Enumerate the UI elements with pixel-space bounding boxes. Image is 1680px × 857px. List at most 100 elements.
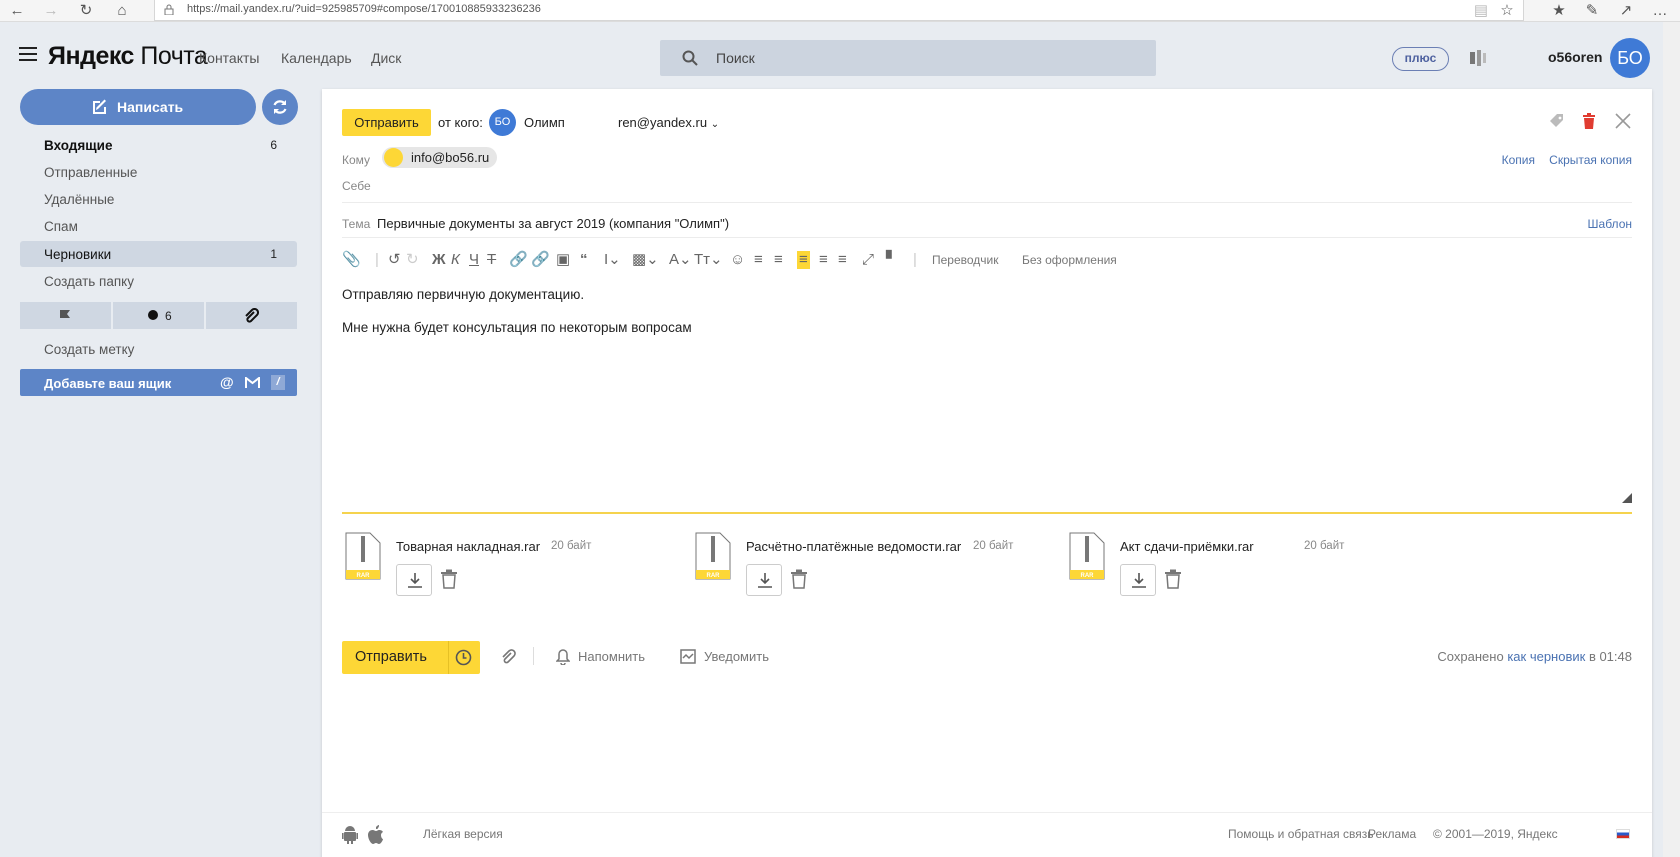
trash-icon[interactable]	[790, 569, 808, 589]
home-icon[interactable]: ⌂	[113, 2, 131, 20]
link-icon[interactable]: 🔗	[509, 251, 528, 269]
font-family-icon[interactable]: Tт⌄	[694, 251, 723, 269]
nav-contacts[interactable]: Контакты	[199, 50, 259, 66]
folder-spam[interactable]: Спам	[20, 213, 297, 239]
attachment-item[interactable]: RAR Расчётно-платёжные ведомости.rar 20 …	[692, 529, 1032, 596]
compose-panel: Отправить от кого: БО Олимп ren@yandex.r…	[322, 89, 1652, 857]
download-button[interactable]	[746, 564, 782, 596]
saved-draft-link[interactable]: как черновик	[1507, 649, 1585, 664]
share-icon[interactable]: ↗	[1617, 2, 1635, 20]
download-button[interactable]	[396, 564, 432, 596]
undo-icon[interactable]: ↺	[388, 251, 401, 269]
attachment-type-label: RAR	[357, 573, 371, 579]
tag-icon[interactable]	[1549, 113, 1565, 129]
attachments-filter[interactable]	[206, 302, 297, 329]
folder-deleted[interactable]: Удалённые	[20, 186, 297, 212]
favorite-star-icon[interactable]: ☆	[1498, 2, 1516, 20]
favorites-list-icon[interactable]: ★	[1550, 2, 1568, 20]
unlink-icon[interactable]: 🔗	[531, 251, 550, 269]
nav-disk[interactable]: Диск	[371, 50, 401, 66]
attachment-item[interactable]: RAR Товарная накладная.rar 20 байт	[342, 529, 672, 596]
align-left-icon[interactable]: ≡	[797, 251, 810, 269]
plain-text-button[interactable]: Без оформления	[1022, 253, 1117, 267]
clock-icon[interactable]	[455, 649, 472, 666]
folder-inbox[interactable]: Входящие 6	[20, 132, 297, 158]
image-icon[interactable]: ▣	[556, 251, 570, 269]
body-line-2[interactable]: Мне нужна будет консультация по некоторы…	[342, 320, 692, 335]
send-button-top[interactable]: Отправить	[342, 109, 431, 136]
delete-icon[interactable]	[1582, 113, 1596, 129]
send-button-bottom[interactable]: Отправить	[342, 641, 480, 674]
reload-icon[interactable]: ↻	[77, 2, 95, 20]
recipient-chip[interactable]: info@bo56.ru	[382, 147, 498, 168]
remind-button[interactable]: Напомнить	[578, 649, 645, 664]
bold-icon[interactable]: Ж	[432, 251, 446, 269]
redo-icon[interactable]: ↻	[406, 251, 419, 269]
plus-button[interactable]: плюс	[1392, 47, 1449, 71]
back-arrow-icon[interactable]: ←	[8, 2, 26, 20]
text-color-icon[interactable]: A⌄	[669, 251, 692, 269]
fullscreen-icon[interactable]: ⤢	[862, 251, 874, 269]
forward-arrow-icon[interactable]: →	[42, 2, 60, 20]
sender-email-select[interactable]: ren@yandex.ru ⌄	[618, 115, 719, 130]
user-avatar[interactable]: БО	[1610, 38, 1650, 78]
ads-link[interactable]: Реклама	[1368, 827, 1416, 841]
nav-calendar[interactable]: Календарь	[281, 50, 352, 66]
notify-button[interactable]: Уведомить	[704, 649, 769, 664]
create-folder-link[interactable]: Создать папку	[20, 268, 297, 294]
trash-icon[interactable]	[1164, 569, 1182, 589]
pen-icon[interactable]: ✎	[1583, 2, 1601, 20]
attach-icon[interactable]: 📎	[342, 251, 361, 269]
font-size-icon[interactable]: I⌄	[604, 251, 621, 269]
subject-input[interactable]: Первичные документы за август 2019 (комп…	[377, 216, 729, 231]
username[interactable]: o56oren	[1548, 49, 1602, 65]
paperclip-icon[interactable]	[500, 649, 516, 665]
refresh-button[interactable]	[262, 89, 298, 125]
attachment-item[interactable]: RAR Акт сдачи-приёмки.rar 20 байт	[1066, 529, 1386, 596]
reading-view-icon[interactable]: ▤	[1472, 2, 1490, 20]
compose-button[interactable]: Написать	[20, 89, 256, 125]
address-bar[interactable]: https://mail.yandex.ru/?uid=925985709#co…	[154, 0, 1524, 21]
emoji-icon[interactable]: ☺	[730, 251, 745, 269]
numbered-list-icon[interactable]: ≡	[754, 251, 763, 269]
light-version-link[interactable]: Лёгкая версия	[423, 827, 503, 841]
italic-icon[interactable]: К	[451, 251, 460, 269]
yandex-mail-logo[interactable]: Яндекс Почта	[48, 42, 208, 71]
text-box-icon[interactable]: ▩⌄	[632, 251, 659, 269]
underline-icon[interactable]: Ч	[469, 251, 479, 269]
at-sign-icon: @	[220, 374, 234, 390]
add-mailbox-banner[interactable]: Добавьте ваш ящик @ /	[20, 369, 297, 396]
trash-icon[interactable]	[440, 569, 458, 589]
translator-button[interactable]: Переводчик	[932, 253, 999, 267]
body-line-1[interactable]: Отправляю первичную документацию.	[342, 287, 584, 302]
strikethrough-icon[interactable]: T	[487, 251, 496, 269]
bullet-list-icon[interactable]: ≡	[774, 251, 783, 269]
page-footer: Лёгкая версия Помощь и обратная связь Ре…	[322, 812, 1652, 857]
quote-icon[interactable]: “	[580, 251, 588, 269]
close-icon[interactable]	[1615, 113, 1631, 129]
create-label-link[interactable]: Создать метку	[20, 336, 297, 362]
page-scrollbar[interactable]	[1663, 22, 1680, 857]
search-input[interactable]: Поиск	[660, 40, 1156, 76]
self-link[interactable]: Себе	[342, 179, 371, 193]
bcc-link[interactable]: Скрытая копия	[1549, 153, 1632, 167]
more-icon[interactable]: …	[1651, 2, 1669, 20]
folder-drafts[interactable]: Черновики 1	[20, 241, 297, 267]
flagged-filter[interactable]	[20, 302, 111, 329]
download-button[interactable]	[1120, 564, 1156, 596]
format-painter-icon[interactable]: ▘	[886, 251, 898, 269]
template-link[interactable]: Шаблон	[1588, 217, 1632, 231]
resize-handle-icon[interactable]	[1622, 493, 1632, 503]
align-right-icon[interactable]: ≡	[838, 251, 847, 269]
cc-link[interactable]: Копия	[1502, 153, 1535, 167]
help-link[interactable]: Помощь и обратная связь	[1228, 827, 1373, 841]
folder-sent[interactable]: Отправленные	[20, 159, 297, 185]
align-center-icon[interactable]: ≡	[819, 251, 828, 269]
attachment-name: Расчётно-платёжные ведомости.rar	[746, 539, 962, 554]
apple-icon[interactable]	[368, 825, 384, 844]
apps-icon[interactable]	[1469, 50, 1487, 66]
android-icon[interactable]	[342, 826, 358, 844]
menu-icon[interactable]	[19, 47, 37, 61]
unread-filter[interactable]: 6	[113, 302, 204, 329]
russian-flag-icon[interactable]	[1616, 829, 1630, 839]
